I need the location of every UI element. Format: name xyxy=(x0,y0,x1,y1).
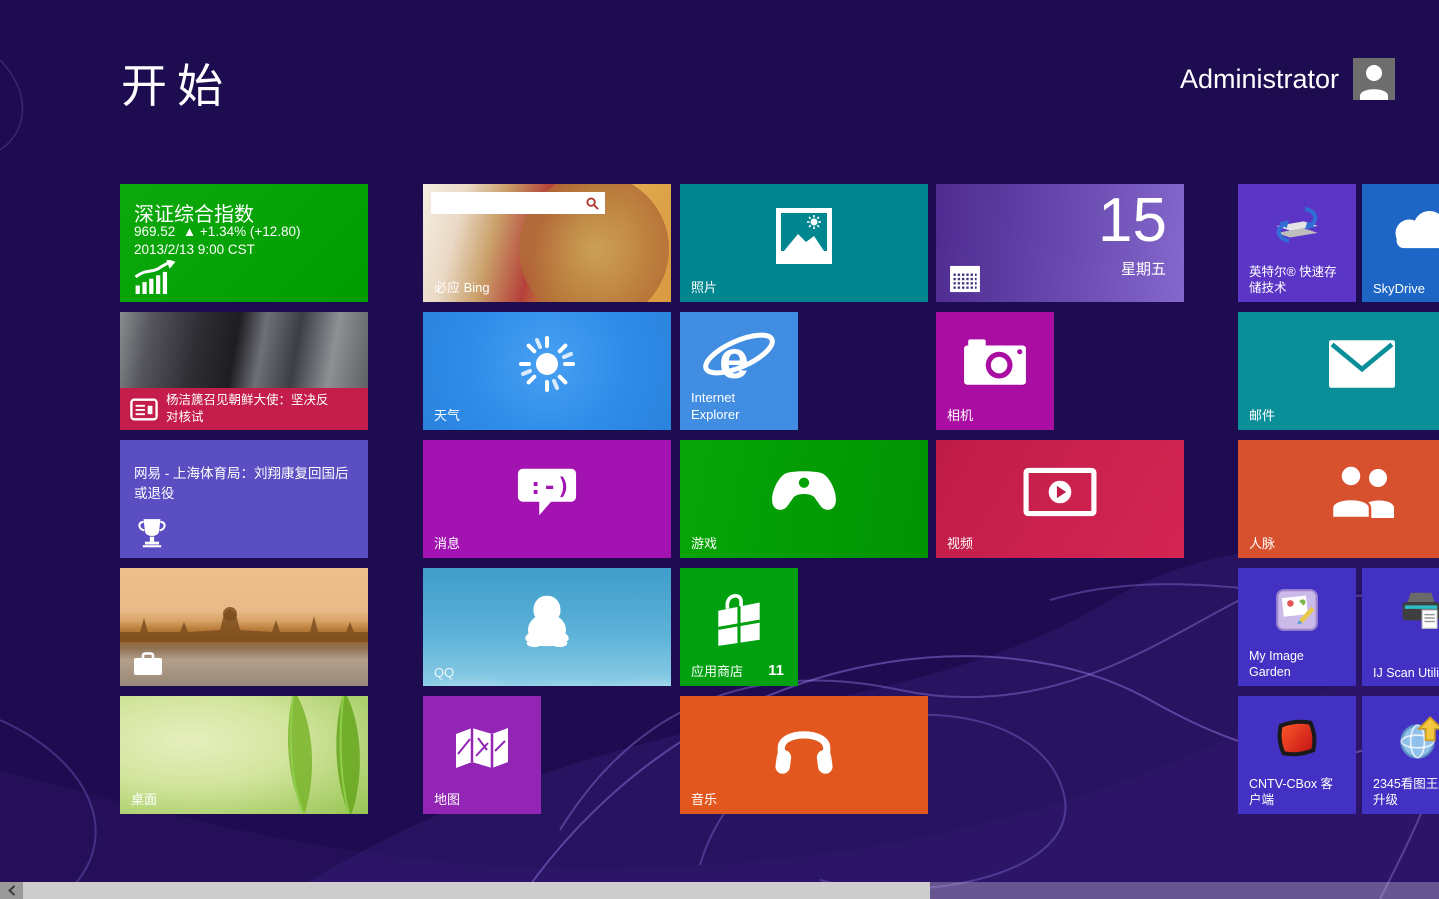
tile-label: 人脉 xyxy=(1249,533,1275,552)
headphones-icon xyxy=(771,720,837,776)
calendar-day: 15 xyxy=(1098,190,1167,252)
tile-cntv-cbox[interactable]: CNTV-CBox 客户端 xyxy=(1238,696,1356,814)
tile-label: 地图 xyxy=(434,789,460,808)
stock-chart-icon xyxy=(133,260,179,294)
people-icon xyxy=(1324,464,1400,520)
store-bag-icon xyxy=(710,588,768,648)
tile-my-image-garden[interactable]: My Image Garden xyxy=(1238,568,1356,686)
scroll-left-button[interactable] xyxy=(0,882,23,899)
scanner-icon xyxy=(1398,587,1439,633)
stock-title: 深证综合指数 xyxy=(134,198,254,227)
tile-mail[interactable]: 邮件 xyxy=(1238,312,1439,430)
scrollbar-thumb[interactable] xyxy=(23,882,930,899)
mail-envelope-icon xyxy=(1329,340,1395,388)
calendar-weekday: 星期五 xyxy=(1121,258,1166,279)
tile-stock-index[interactable]: 深证综合指数 969.52 ▲ +1.34% (+12.80) 2013/2/1… xyxy=(120,184,368,302)
tile-skydrive[interactable]: SkyDrive xyxy=(1362,184,1439,302)
search-icon xyxy=(586,197,599,210)
cntv-tv-icon xyxy=(1274,717,1320,759)
tile-games[interactable]: 游戏 xyxy=(680,440,928,558)
tile-netease-sports[interactable]: 网易 - 上海体育局：刘翔康复回国后或退役 xyxy=(120,440,368,558)
leaf-decoration xyxy=(224,696,368,814)
tile-label: Internet Explorer xyxy=(691,390,783,424)
newspaper-icon xyxy=(130,398,158,421)
my-image-garden-icon xyxy=(1275,588,1319,632)
tile-store[interactable]: 应用商店 11 xyxy=(680,568,798,686)
sun-icon xyxy=(515,332,579,396)
tile-label: 桌面 xyxy=(131,789,157,808)
user-name: Administrator xyxy=(1180,64,1339,95)
tile-messaging[interactable]: :-) 消息 xyxy=(423,440,671,558)
tile-people[interactable]: 人脉 xyxy=(1238,440,1439,558)
tile-label: 照片 xyxy=(691,277,717,296)
bing-search-bar[interactable] xyxy=(431,192,605,214)
tile-label: 天气 xyxy=(434,405,460,424)
start-screen: { "header": { "title": "开始", "user": "Ad… xyxy=(0,0,1439,899)
tile-label: 消息 xyxy=(434,533,460,552)
tile-label: QQ xyxy=(434,665,454,680)
trophy-icon xyxy=(135,517,169,548)
tile-label: 2345看图王版本升级 xyxy=(1373,776,1439,809)
tile-2345-updater[interactable]: 2345看图王版本升级 xyxy=(1362,696,1439,814)
tile-label: CNTV-CBox 客户端 xyxy=(1249,776,1341,809)
netease-headline: 网易 - 上海体育局：刘翔康复回国后或退役 xyxy=(134,464,360,505)
store-badge-count: 11 xyxy=(768,662,784,679)
stock-quote: 969.52 ▲ +1.34% (+12.80) xyxy=(134,224,301,239)
qq-clouds-decoration xyxy=(423,652,671,686)
map-icon xyxy=(454,725,510,771)
tile-music[interactable]: 音乐 xyxy=(680,696,928,814)
tile-news[interactable]: 杨洁篪召见朝鲜大使：坚决反对核试 xyxy=(120,312,368,430)
user-area[interactable]: Administrator xyxy=(1180,58,1395,100)
stock-timestamp: 2013/2/13 9:00 CST xyxy=(134,242,255,257)
stock-price: 969.52 xyxy=(134,224,175,239)
tile-intel-rst[interactable]: 英特尔® 快速存储技术 xyxy=(1238,184,1356,302)
tile-calendar[interactable]: 15 星期五 xyxy=(936,184,1184,302)
calendar-icon xyxy=(949,265,981,293)
horizontal-scrollbar[interactable] xyxy=(0,882,1439,899)
globe-update-icon xyxy=(1398,715,1439,761)
tile-label: 相机 xyxy=(947,405,973,424)
tile-desktop[interactable]: 桌面 xyxy=(120,696,368,814)
tile-weather[interactable]: 天气 xyxy=(423,312,671,430)
ie-logo-icon: e xyxy=(699,324,779,390)
tile-label: 英特尔® 快速存储技术 xyxy=(1249,264,1345,297)
tile-label: 视频 xyxy=(947,533,973,552)
tile-label: My Image Garden xyxy=(1249,648,1321,681)
tile-label: 游戏 xyxy=(691,533,717,552)
tile-camera[interactable]: 相机 xyxy=(936,312,1054,430)
tile-label: 必应 Bing xyxy=(434,277,490,296)
tile-label: 邮件 xyxy=(1249,405,1275,424)
stock-change: ▲ +1.34% (+12.80) xyxy=(183,224,301,239)
tile-ij-scan-utility[interactable]: IJ Scan Utility xyxy=(1362,568,1439,686)
tile-photos[interactable]: 照片 xyxy=(680,184,928,302)
tile-internet-explorer[interactable]: e Internet Explorer xyxy=(680,312,798,430)
cloud-icon xyxy=(1387,207,1439,251)
video-player-icon xyxy=(1023,467,1097,517)
tile-qq[interactable]: QQ xyxy=(423,568,671,686)
news-caption-text: 杨洁篪召见朝鲜大使：坚决反对核试 xyxy=(166,392,336,426)
intel-storage-icon xyxy=(1271,203,1323,249)
suitcase-icon xyxy=(133,652,163,676)
tile-label: IJ Scan Utility xyxy=(1373,666,1439,680)
tile-label: 应用商店 xyxy=(691,661,743,680)
qq-penguin-icon xyxy=(516,592,578,648)
page-title: 开始 xyxy=(121,50,233,116)
chevron-left-icon xyxy=(8,885,16,896)
tile-label: 音乐 xyxy=(691,789,717,808)
game-controller-icon xyxy=(767,469,841,515)
chat-bubble-icon: :-) xyxy=(516,466,578,518)
tile-travel[interactable] xyxy=(120,568,368,686)
photo-icon xyxy=(776,208,832,264)
tile-maps[interactable]: 地图 xyxy=(423,696,541,814)
svg-text::-): :-) xyxy=(529,473,571,500)
tile-label: SkyDrive xyxy=(1373,281,1425,296)
user-avatar-icon[interactable] xyxy=(1353,58,1395,100)
camera-icon xyxy=(962,337,1028,387)
news-caption-bar: 杨洁篪召见朝鲜大使：坚决反对核试 xyxy=(120,388,368,430)
tile-bing[interactable]: 必应 Bing xyxy=(423,184,671,302)
tile-video[interactable]: 视频 xyxy=(936,440,1184,558)
travel-skyline xyxy=(120,606,368,642)
